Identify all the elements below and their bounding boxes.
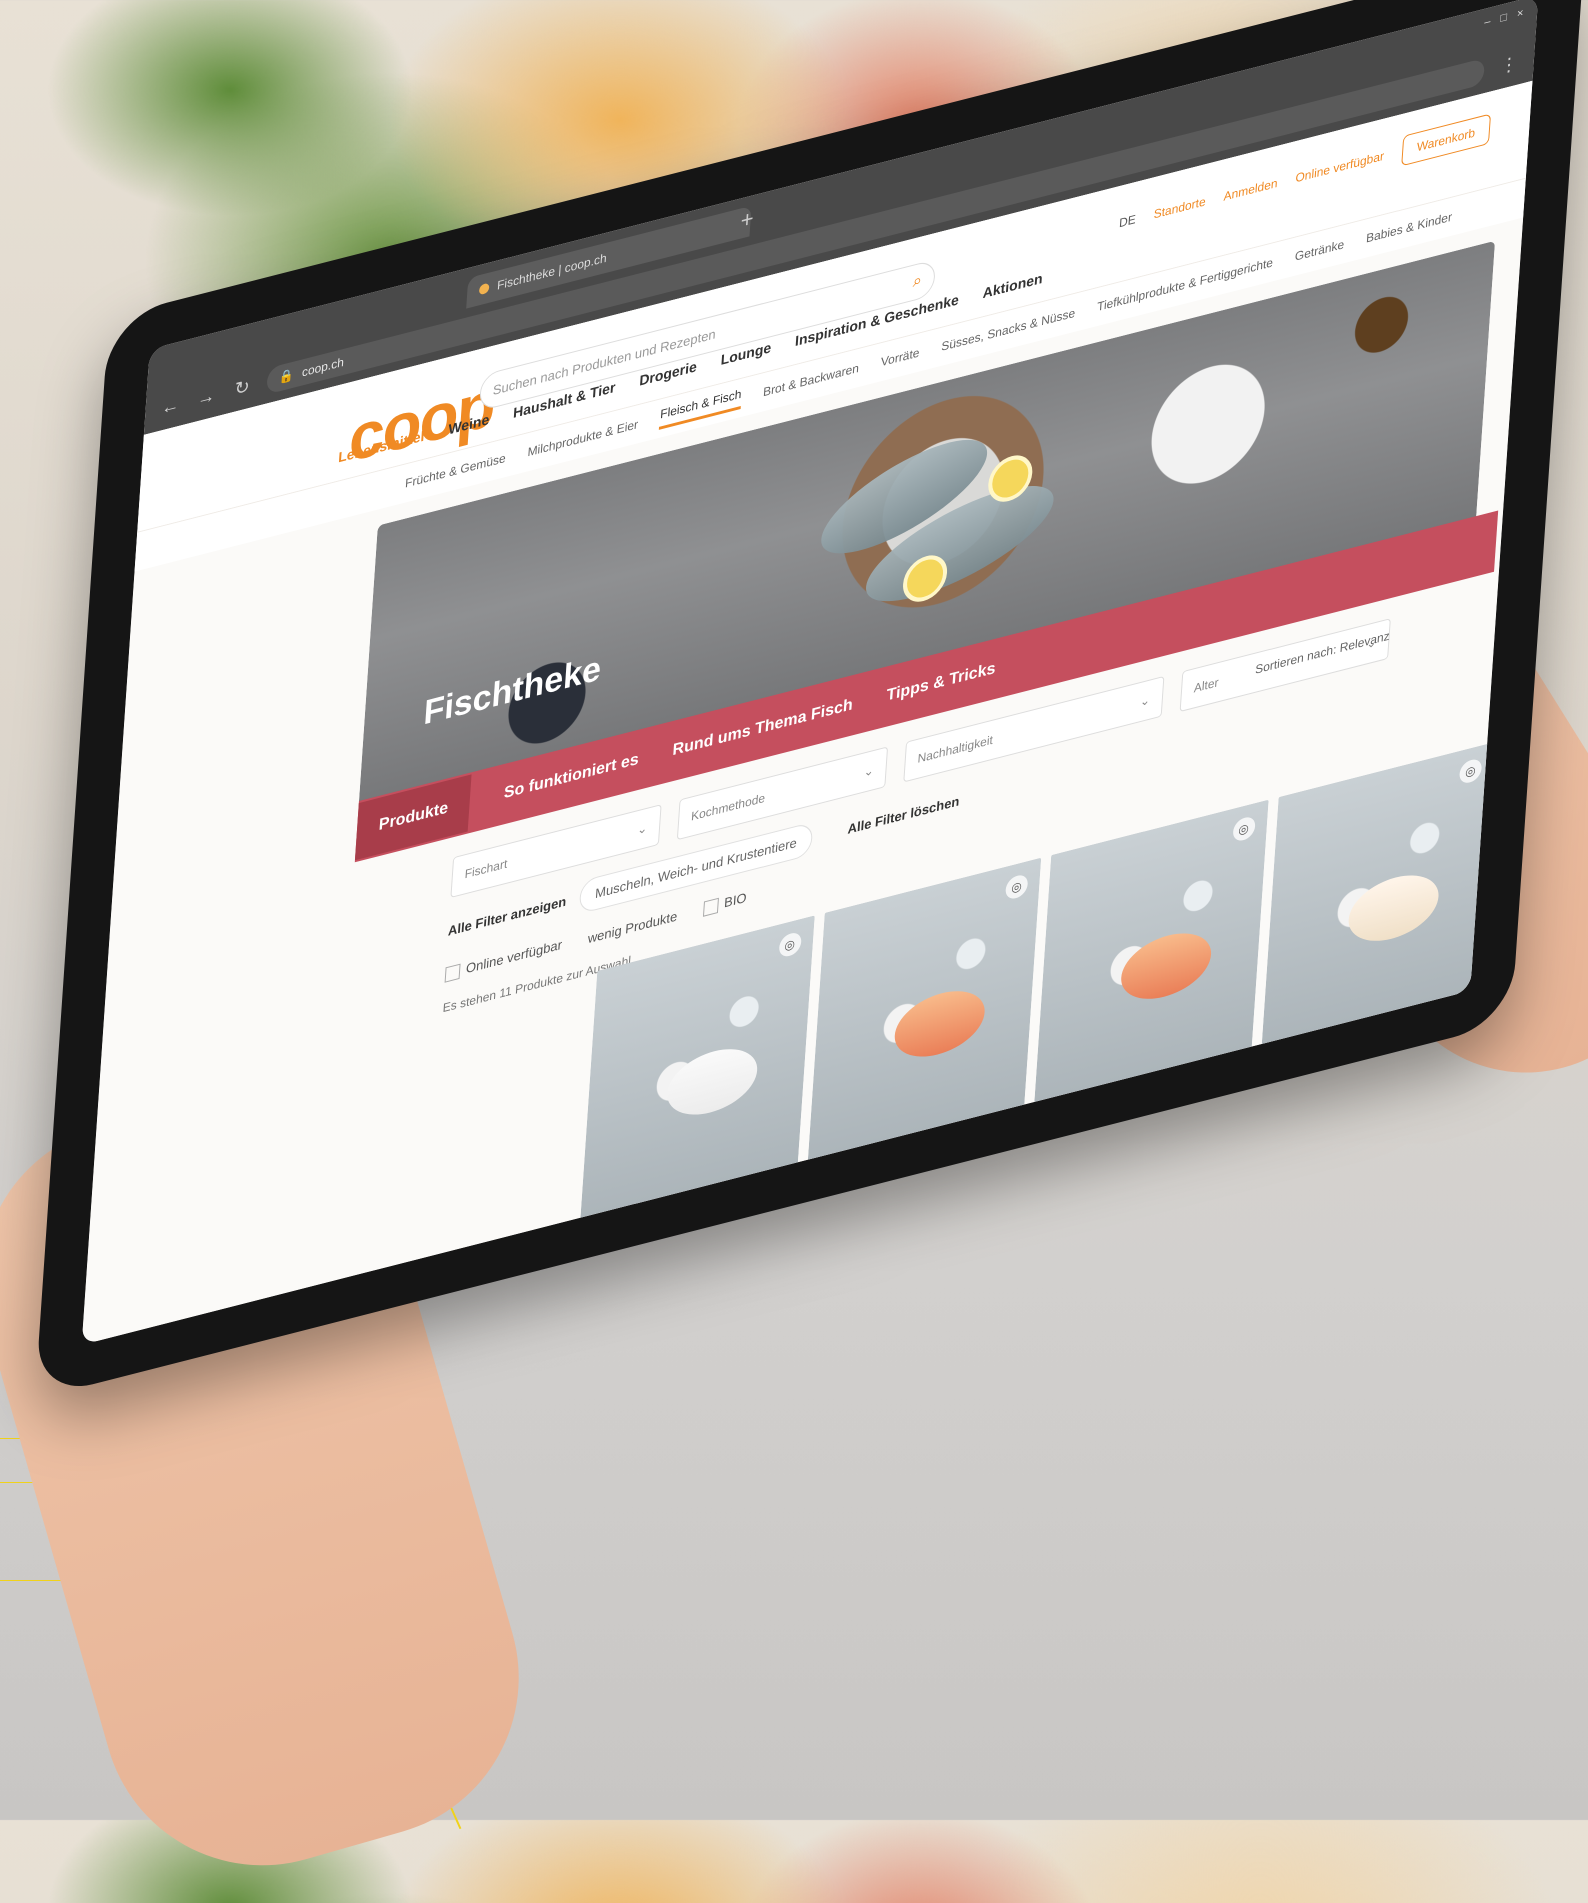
favorite-icon[interactable]: ◎ <box>1458 757 1483 786</box>
login-link[interactable]: Anmelden <box>1223 176 1278 204</box>
show-all-filters-button[interactable]: Alle Filter anzeigen <box>448 893 567 938</box>
favorite-icon[interactable]: ◎ <box>1004 872 1029 901</box>
new-tab-button[interactable]: + <box>740 205 755 235</box>
tab-so-funktioniert-es[interactable]: So funktioniert es <box>503 751 639 804</box>
store-locator-link[interactable]: Standorte <box>1153 194 1206 222</box>
nav-item-aktionen[interactable]: Aktionen <box>982 270 1043 302</box>
close-icon[interactable]: × <box>1517 7 1524 21</box>
small-info-label: wenig Produkte <box>587 907 678 946</box>
reload-icon[interactable]: ↻ <box>230 374 253 402</box>
search-icon[interactable]: ⌕ <box>912 271 922 292</box>
back-icon[interactable]: ← <box>159 392 182 420</box>
language-selector[interactable]: DE <box>1119 212 1137 231</box>
alter-label: Alter <box>1193 674 1220 696</box>
nachhaltigkeit-label: Nachhaltigkeit <box>917 732 994 766</box>
bio-checkbox[interactable]: BIO <box>702 889 748 917</box>
subnav-item[interactable]: Getränke <box>1294 237 1344 264</box>
minimize-icon[interactable]: – <box>1484 15 1491 29</box>
forward-icon[interactable]: → <box>195 383 218 411</box>
favorite-icon[interactable]: ◎ <box>1231 815 1256 844</box>
cart-button[interactable]: Warenkorb <box>1400 113 1492 167</box>
maximize-icon[interactable]: □ <box>1500 11 1507 25</box>
fischart-label: Fischart <box>464 856 508 882</box>
chevron-down-icon: ⌄ <box>636 820 648 838</box>
window-controls: – □ × <box>1484 7 1524 29</box>
online-available-label: Online verfügbar <box>465 936 563 977</box>
coop-site: coop Suchen nach Produkten und Rezepten … <box>81 80 1533 1345</box>
chevron-down-icon: ⌄ <box>863 762 875 780</box>
checkbox-icon <box>444 963 461 983</box>
hero-title: Fischtheke <box>422 648 603 733</box>
product-image <box>1119 924 1214 1009</box>
checkbox-icon <box>702 897 719 917</box>
chevron-down-icon: ⌄ <box>1139 692 1151 710</box>
clear-all-filters-button[interactable]: Alle Filter löschen <box>847 793 960 837</box>
product-image <box>892 981 987 1067</box>
product-image <box>665 1039 760 1124</box>
lock-icon: 🔒 <box>278 367 295 386</box>
product-image <box>1346 866 1441 951</box>
online-available-link[interactable]: Online verfügbar <box>1295 149 1384 186</box>
tablet-device: Fischtheke | coop.ch + – □ × ← → ↻ 🔒 coo… <box>34 0 1586 1399</box>
tablet-screen: Fischtheke | coop.ch + – □ × ← → ↻ 🔒 coo… <box>81 0 1539 1345</box>
favorite-icon[interactable]: ◎ <box>777 930 802 959</box>
bio-label: BIO <box>723 889 748 911</box>
tab-tipps-tricks[interactable]: Tipps & Tricks <box>886 660 996 706</box>
extensions-icon[interactable]: ⋮ <box>1497 51 1520 79</box>
kochmethode-label: Kochmethode <box>690 790 766 824</box>
address-url: coop.ch <box>301 354 345 380</box>
favicon-icon <box>478 282 490 296</box>
subnav-item[interactable]: Vorräte <box>880 345 920 369</box>
